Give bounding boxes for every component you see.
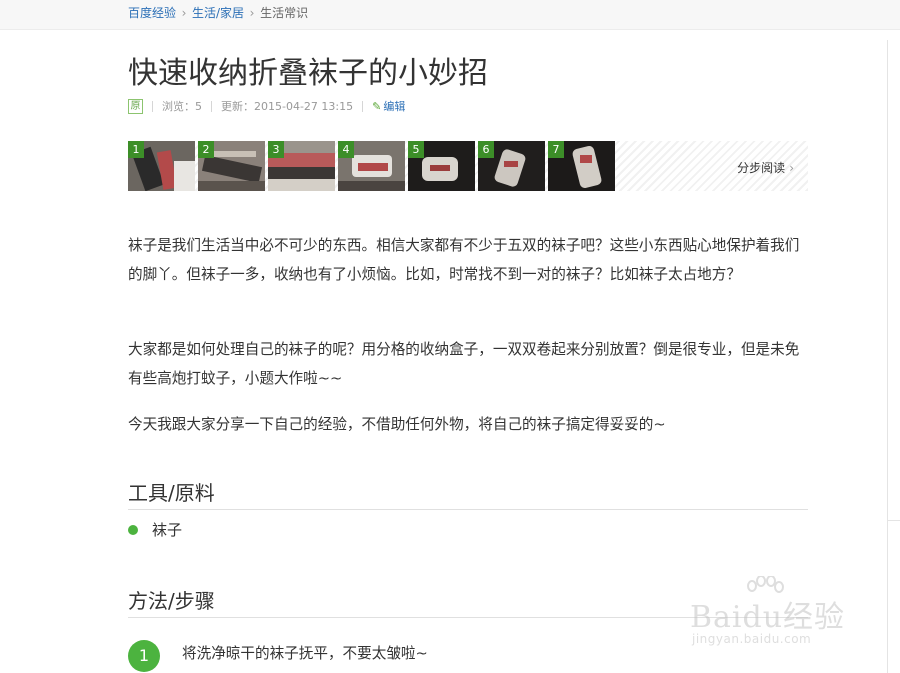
intro-paragraph: 大家都是如何处理自己的袜子的呢？用分格的收纳盒子，一双双卷起来分别放置？倒是很专… xyxy=(128,341,800,387)
step-number-badge: 1 xyxy=(128,640,160,672)
edit-link[interactable]: ✎ 编辑 xyxy=(372,100,405,113)
chevron-right-icon: › xyxy=(181,6,187,20)
divider xyxy=(211,100,212,112)
step-thumbnail-number: 2 xyxy=(198,141,214,158)
intro-paragraph: 今天我跟大家分享一下自己的经验，不借助任何外物，将自己的袜子搞定得妥妥的~ xyxy=(128,416,666,433)
intro-paragraph: 袜子是我们生活当中必不可少的东西。相信大家都有不少于五双的袜子吧？这些小东西贴心… xyxy=(128,237,800,283)
pencil-icon: ✎ xyxy=(372,100,382,113)
chevron-right-icon: › xyxy=(789,161,794,175)
breadcrumb: 百度经验 › 生活/家居 › 生活常识 xyxy=(128,6,308,20)
step-thumbnail[interactable]: 3 xyxy=(268,141,335,191)
watermark-url: jingyan.baidu.com xyxy=(692,632,812,646)
page-title: 快速收纳折叠袜子的小妙招 xyxy=(128,56,488,91)
step-thumbnail-strip: 1 2 3 4 5 6 7 分步阅读 › xyxy=(128,141,808,191)
tools-heading: 工具/原料 xyxy=(128,479,808,510)
chevron-right-icon: › xyxy=(249,6,255,20)
original-badge: 原 xyxy=(128,98,143,114)
step-read-label: 分步阅读 xyxy=(737,161,786,175)
divider xyxy=(362,100,364,112)
breadcrumb-current: 生活常识 xyxy=(260,6,309,20)
right-column-divider xyxy=(887,40,888,673)
step-thumbnail[interactable]: 2 xyxy=(198,141,265,191)
edit-label: 编辑 xyxy=(383,100,406,113)
breadcrumb-home-link[interactable]: 百度经验 xyxy=(128,6,176,20)
top-navigation-bar: 百度经验 › 生活/家居 › 生活常识 xyxy=(0,0,900,30)
step-thumbnail-number: 3 xyxy=(268,141,284,158)
step-thumbnail-number: 7 xyxy=(548,141,564,158)
view-count: 浏览：5 xyxy=(162,100,202,113)
step-thumbnail[interactable]: 4 xyxy=(338,141,405,191)
step-thumbnail[interactable]: 6 xyxy=(478,141,545,191)
tool-item-label: 袜子 xyxy=(152,521,183,539)
article-meta: 原 浏览：5 更新：2015-04-27 13:15 ✎ 编辑 xyxy=(128,98,405,114)
update-time: 更新：2015-04-27 13:15 xyxy=(221,100,354,113)
step-thumbnail-number: 6 xyxy=(478,141,494,158)
divider xyxy=(152,100,153,112)
step-thumbnail-number: 5 xyxy=(408,141,424,158)
bullet-icon xyxy=(128,525,138,535)
step-thumbnail[interactable]: 5 xyxy=(408,141,475,191)
baidu-jingyan-watermark: Baidu经验 jingyan.baidu.com xyxy=(688,576,858,648)
step-thumbnail-number: 1 xyxy=(128,141,144,158)
step-thumbnail-number: 4 xyxy=(338,141,354,158)
step-by-step-read-link[interactable]: 分步阅读 › xyxy=(737,159,794,176)
step-thumbnail[interactable]: 1 xyxy=(128,141,195,191)
step-thumbnail[interactable]: 7 xyxy=(548,141,615,191)
step-text: 将洗净晾干的袜子抚平，不要太皱啦~ xyxy=(182,645,428,662)
right-column-divider-tick xyxy=(887,520,900,521)
watermark-brand: Baidu经验 xyxy=(690,600,846,635)
breadcrumb-category-link[interactable]: 生活/家居 xyxy=(192,6,244,20)
